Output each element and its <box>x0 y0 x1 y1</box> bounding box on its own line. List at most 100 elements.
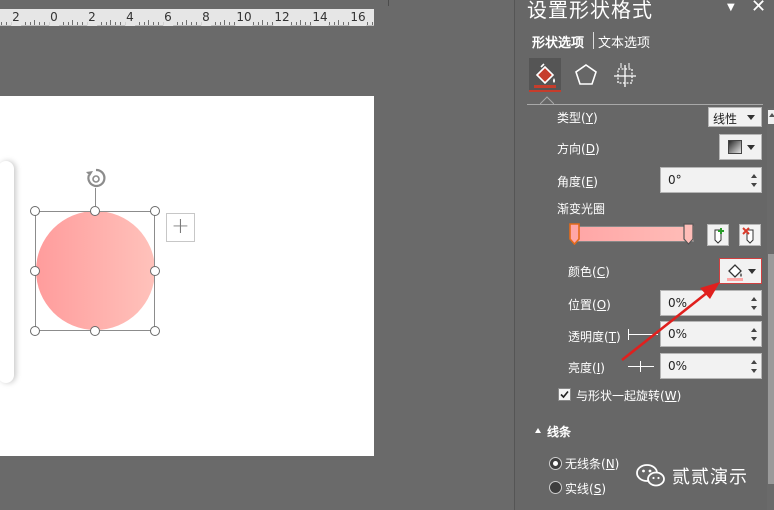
panel-close-icon[interactable]: ✕ <box>751 0 766 17</box>
rotate-with-shape-label: 与形状一起旋转(W) <box>576 389 682 403</box>
resize-handle-right[interactable] <box>150 266 160 276</box>
angle-value: 0° <box>668 173 682 187</box>
ruler-tick <box>267 22 268 25</box>
ruler-tick <box>77 22 78 25</box>
ruler-label: 0 <box>49 9 59 26</box>
color-label: 颜色(C) <box>568 265 610 279</box>
panel-menu-caret-icon[interactable]: ▼ <box>727 2 735 13</box>
ruler-label: 12 <box>273 9 291 26</box>
ruler-tick <box>39 22 40 25</box>
ruler-tick <box>153 22 154 25</box>
panel-scrollbar-thumb[interactable] <box>768 254 774 484</box>
rotate-handle-icon[interactable] <box>84 166 108 190</box>
remove-stop-icon <box>742 227 754 244</box>
position-spinner[interactable]: 0% <box>660 290 762 316</box>
gradient-stops-label: 渐变光圈 <box>557 202 606 216</box>
resize-handle-bottom-right[interactable] <box>150 326 160 336</box>
checkmark-icon <box>560 390 569 399</box>
brightness-slider-track[interactable] <box>628 366 654 367</box>
direction-preview-icon <box>728 140 742 154</box>
spin-up-icon[interactable] <box>751 174 757 178</box>
resize-handle-left[interactable] <box>30 266 40 276</box>
add-stop-icon <box>714 228 724 244</box>
solid-line-radio[interactable] <box>549 481 562 494</box>
line-section-header[interactable]: 线条 <box>547 423 571 440</box>
ruler-tick <box>110 20 112 25</box>
gradient-stop-left[interactable] <box>569 223 580 245</box>
transparency-spinner[interactable]: 0% <box>660 321 762 347</box>
ruler-label: 14 <box>311 9 329 26</box>
angle-spinner[interactable]: 0° <box>660 167 762 193</box>
ruler-label: 2 <box>87 9 97 26</box>
ruler-tick <box>252 22 254 25</box>
spin-up-icon[interactable] <box>751 328 757 332</box>
ruler-tick <box>157 22 159 25</box>
transparency-label: 透明度(T) <box>568 330 621 344</box>
rotation-stem <box>95 188 96 206</box>
resize-handle-bottom-left[interactable] <box>30 326 40 336</box>
pentagon-effects-icon[interactable] <box>573 62 599 88</box>
fill-line-tab[interactable] <box>529 58 561 92</box>
layout-options-plus-button[interactable]: + <box>166 213 195 242</box>
gradient-type-dropdown[interactable]: 线性 <box>708 107 762 127</box>
spin-up-icon[interactable] <box>751 360 757 364</box>
remove-gradient-stop-button[interactable] <box>739 224 761 246</box>
ruler-tick <box>186 20 188 25</box>
resize-handle-top-left[interactable] <box>30 206 40 216</box>
ruler-tick <box>24 22 26 25</box>
rotate-with-shape-checkbox[interactable] <box>558 388 571 401</box>
transparency-slider-thumb[interactable] <box>628 329 629 340</box>
chevron-down-icon <box>748 269 756 274</box>
tab-text-options[interactable]: 文本选项 <box>598 32 650 51</box>
horizontal-ruler[interactable]: 2 0 2 4 6 8 10 12 14 16 <box>0 9 374 26</box>
selection-box <box>35 211 155 331</box>
spin-down-icon[interactable] <box>751 306 757 310</box>
spin-down-icon[interactable] <box>751 183 757 187</box>
spin-down-icon[interactable] <box>751 369 757 373</box>
ruler-tick <box>34 20 36 25</box>
no-line-radio[interactable] <box>549 457 562 470</box>
ruler-tick <box>224 20 226 25</box>
resize-handle-top-right[interactable] <box>150 206 160 216</box>
position-value: 0% <box>668 296 688 310</box>
gradient-type-value: 线性 <box>713 112 738 126</box>
ruler-tick <box>81 22 83 25</box>
ruler-tick <box>72 20 74 25</box>
panel-title: 设置形状格式 <box>527 0 653 22</box>
spin-down-icon[interactable] <box>751 337 757 341</box>
brightness-spinner[interactable]: 0% <box>660 353 762 379</box>
ruler-label: 2 <box>11 9 21 26</box>
ruler-edge-mark <box>388 0 389 6</box>
size-properties-icon[interactable] <box>611 62 639 90</box>
ruler-tick <box>1 22 2 25</box>
paint-bucket-icon <box>534 63 556 88</box>
chevron-down-icon <box>747 115 755 120</box>
ruler-tick <box>300 20 302 25</box>
gradient-stop-right[interactable] <box>683 223 694 245</box>
ruler-tick <box>328 22 330 25</box>
slide-workspace: 2 0 2 4 6 8 10 12 14 16 + <box>0 0 514 510</box>
tab-separator <box>593 32 594 49</box>
transparency-value: 0% <box>668 327 688 341</box>
direction-label: 方向(D) <box>557 142 600 156</box>
ruler-tick <box>181 22 183 25</box>
stop-color-picker-button[interactable] <box>719 258 762 284</box>
ruler-tick <box>43 22 45 25</box>
tab-shape-options[interactable]: 形状选项 <box>532 32 584 51</box>
brightness-value: 0% <box>668 359 688 373</box>
ruler-tick <box>191 22 192 25</box>
resize-handle-top[interactable] <box>90 206 100 216</box>
transparency-slider-track[interactable] <box>628 334 658 335</box>
gradient-stops-bar[interactable] <box>574 226 694 242</box>
resize-handle-bottom[interactable] <box>90 326 100 336</box>
add-gradient-stop-button[interactable] <box>707 224 729 246</box>
brightness-slider-thumb[interactable] <box>640 361 641 372</box>
slide-card-shape[interactable] <box>0 161 14 383</box>
spin-up-icon[interactable] <box>751 297 757 301</box>
section-expand-icon[interactable] <box>535 428 541 433</box>
ruler-label: 6 <box>163 9 173 26</box>
gradient-direction-dropdown[interactable] <box>719 134 762 160</box>
watermark: 贰贰演示 <box>636 462 748 490</box>
ruler-tick <box>305 22 306 25</box>
ruler-tick <box>115 22 116 25</box>
